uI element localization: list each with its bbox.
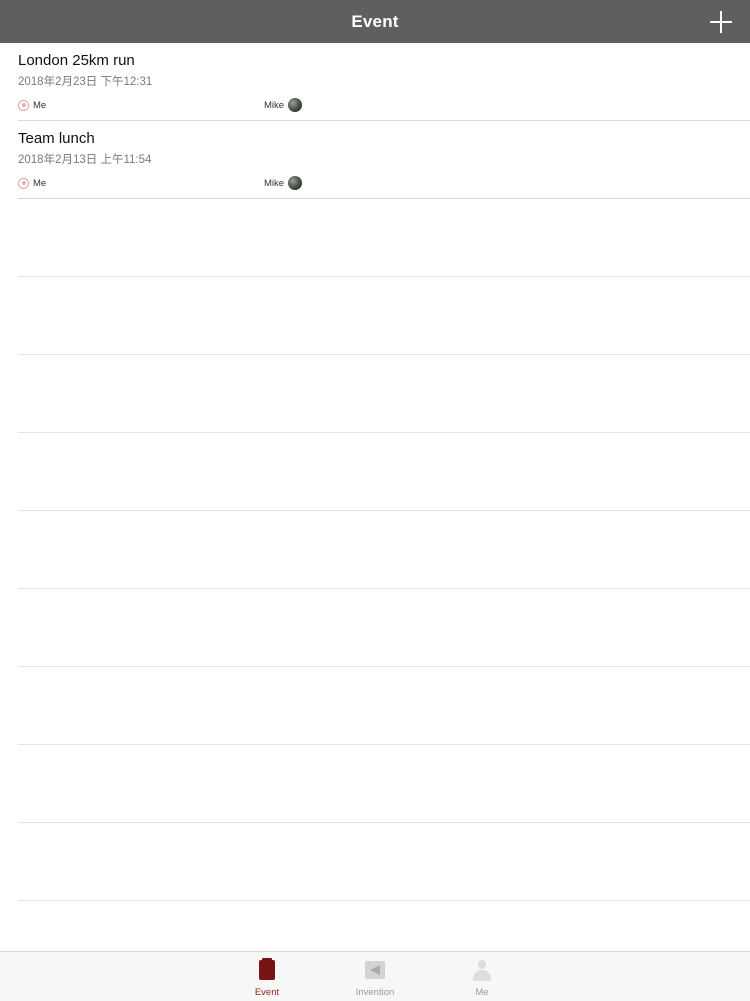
add-event-button[interactable]	[710, 11, 732, 33]
tab-bar: Event Invention Me	[0, 951, 750, 1001]
empty-row	[0, 433, 750, 511]
tab-label: Event	[254, 987, 280, 998]
participant-tag: Mike	[264, 98, 303, 112]
tab-me[interactable]: Me	[442, 952, 522, 1001]
empty-row	[0, 355, 750, 433]
event-title: London 25km run	[18, 52, 135, 69]
empty-row	[0, 511, 750, 589]
participant-name: Mike	[264, 177, 285, 189]
me-icon	[18, 99, 29, 111]
avatar	[288, 98, 303, 112]
navigation-bar: Event	[0, 0, 750, 43]
event-row[interactable]: London 25km run 2018年2月23日 下午12:31 Me Mi…	[0, 43, 750, 121]
empty-row	[0, 745, 750, 823]
event-row[interactable]: Team lunch 2018年2月13日 上午11:54 Me Mike	[0, 121, 750, 199]
event-date: 2018年2月13日 上午11:54	[18, 154, 152, 166]
empty-row	[0, 823, 750, 901]
owner-label: Me	[33, 99, 47, 111]
owner-tag: Me	[18, 177, 46, 189]
event-date: 2018年2月23日 下午12:31	[18, 76, 153, 88]
empty-row	[0, 277, 750, 355]
event-title: Team lunch	[18, 130, 95, 147]
envelope-icon	[365, 961, 385, 979]
person-icon	[473, 960, 491, 982]
avatar	[288, 176, 303, 190]
participant-tag: Mike	[264, 176, 303, 190]
tab-event[interactable]: Event	[227, 952, 307, 1001]
tab-invention[interactable]: Invention	[335, 952, 415, 1001]
participant-name: Mike	[264, 99, 285, 111]
empty-row	[0, 667, 750, 745]
empty-row	[0, 589, 750, 667]
calendar-icon	[259, 958, 275, 980]
tab-label: Me	[475, 987, 489, 998]
me-icon	[18, 177, 29, 189]
page-title: Event	[351, 12, 399, 31]
owner-tag: Me	[18, 99, 46, 111]
owner-label: Me	[33, 177, 47, 189]
empty-row	[0, 199, 750, 277]
tab-label: Invention	[355, 987, 395, 998]
